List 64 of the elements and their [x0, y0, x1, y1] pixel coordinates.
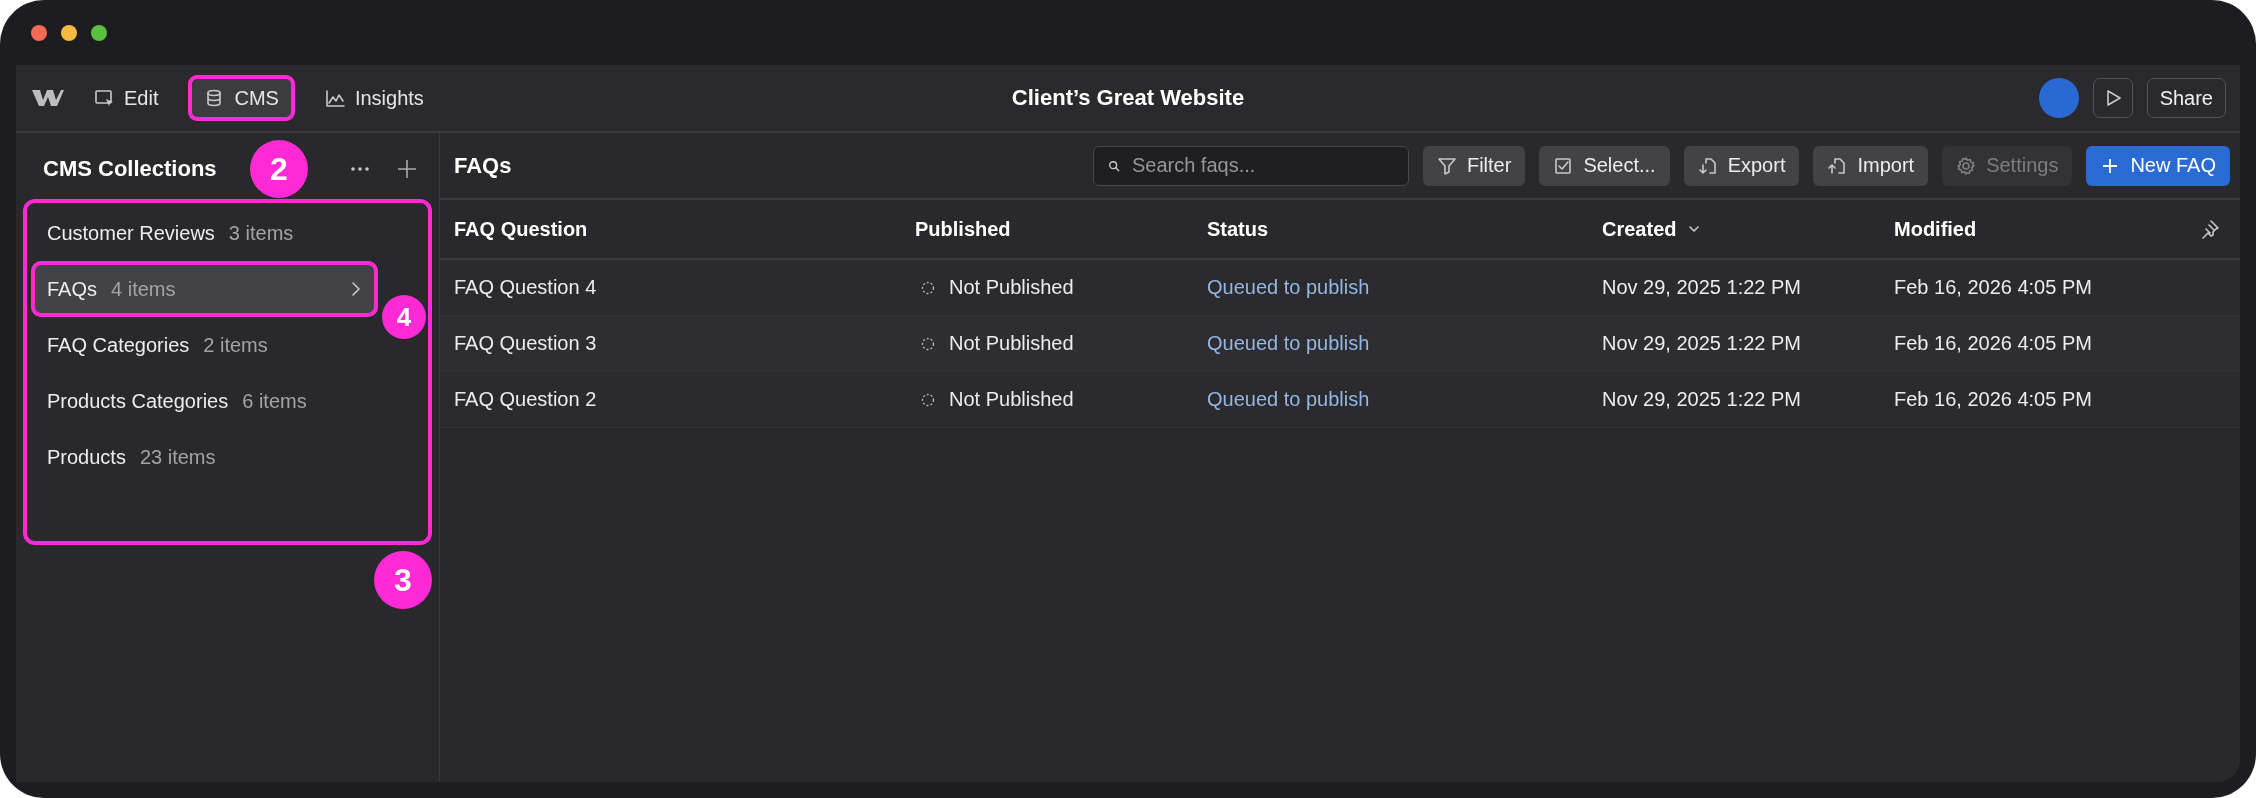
toolbar-button[interactable]: Export [1683, 145, 1800, 186]
preview-button[interactable] [2092, 78, 2133, 118]
column-header[interactable]: Published [901, 217, 1193, 241]
filter-icon [1436, 155, 1457, 176]
chevron-right-icon [350, 280, 362, 298]
cursor-icon [94, 88, 114, 108]
table-cell: Not Published [901, 388, 1193, 411]
callout-badge: 3 [374, 551, 432, 609]
status-link[interactable]: Queued to publish [1193, 388, 1588, 411]
column-header[interactable]: Created [1588, 217, 1880, 241]
table-cell-text: FAQ Question 2 [453, 388, 598, 411]
collection-item[interactable]: FAQs 4 items [31, 261, 378, 317]
sort-caret-icon [1688, 225, 1701, 233]
export-icon [1697, 155, 1718, 176]
callout-badge: 4 [382, 295, 426, 339]
column-header[interactable]: Status [1193, 217, 1588, 241]
table-cell: Not Published [901, 276, 1193, 299]
minimize-button[interactable] [61, 24, 77, 41]
share-button[interactable]: Share [2146, 78, 2226, 118]
nav-tab[interactable]: Insights [308, 75, 440, 121]
toolbar-button[interactable]: New FAQ [2086, 145, 2230, 186]
collection-item[interactable]: Customer Reviews 3 items [31, 205, 378, 261]
column-header[interactable]: FAQ Question [440, 217, 901, 241]
nav-tab[interactable]: Edit [78, 75, 175, 121]
chart-icon [324, 88, 345, 108]
collection-item[interactable]: Products 23 items [31, 429, 378, 485]
search-input[interactable]: Search faqs... [1129, 153, 1394, 178]
status-link[interactable]: Queued to publish [1193, 276, 1588, 299]
more-icon [350, 166, 370, 172]
site-title: Client’s Great Website [1011, 85, 1245, 111]
callout-badge: 2 [250, 140, 308, 198]
toolbar-button[interactable]: Filter [1422, 145, 1526, 186]
table-cell-text: Nov 29, 2025 1:22 PM [1601, 388, 1802, 411]
table-cell-text: Feb 16, 2026 4:05 PM [1893, 332, 2093, 355]
table-cell: Not Published [901, 332, 1193, 355]
gear-icon [1956, 155, 1977, 176]
column-header[interactable]: Modified [1880, 217, 2180, 241]
toolbar-button[interactable]: Select... [1539, 145, 1670, 186]
search-field[interactable]: Search faqs... [1092, 145, 1409, 186]
collection-item[interactable]: Products Categories 6 items [31, 373, 378, 429]
table-cell-text: FAQ Question 3 [453, 332, 598, 355]
table-cell-text: Nov 29, 2025 1:22 PM [1601, 332, 1802, 355]
table-cell-text: FAQ Question 4 [453, 276, 598, 299]
table-cell-text: Feb 16, 2026 4:05 PM [1893, 276, 2093, 299]
table-cell-text: Nov 29, 2025 1:22 PM [1601, 276, 1802, 299]
toolbar-button[interactable]: Import [1813, 145, 1929, 186]
collection-item[interactable]: FAQ Categories 2 items [31, 317, 378, 373]
maximize-button[interactable] [91, 24, 107, 41]
collection-title: FAQs [454, 152, 512, 179]
dashed-circle-icon [921, 392, 935, 407]
logo-icon [30, 87, 64, 109]
pin-icon [2200, 219, 2220, 239]
avatar[interactable] [2038, 78, 2079, 118]
sidebar-title: CMS Collections [43, 156, 217, 182]
import-icon [1827, 155, 1848, 176]
nav-tab[interactable]: CMS [188, 75, 295, 121]
search-icon [1107, 158, 1120, 173]
plus-icon [396, 158, 418, 180]
dashed-circle-icon [921, 336, 935, 351]
close-button[interactable] [31, 24, 47, 41]
dashed-circle-icon [921, 280, 935, 295]
checkbox-icon [1553, 155, 1574, 176]
status-link[interactable]: Queued to publish [1193, 332, 1588, 355]
table-cell-text: Feb 16, 2026 4:05 PM [1893, 388, 2093, 411]
